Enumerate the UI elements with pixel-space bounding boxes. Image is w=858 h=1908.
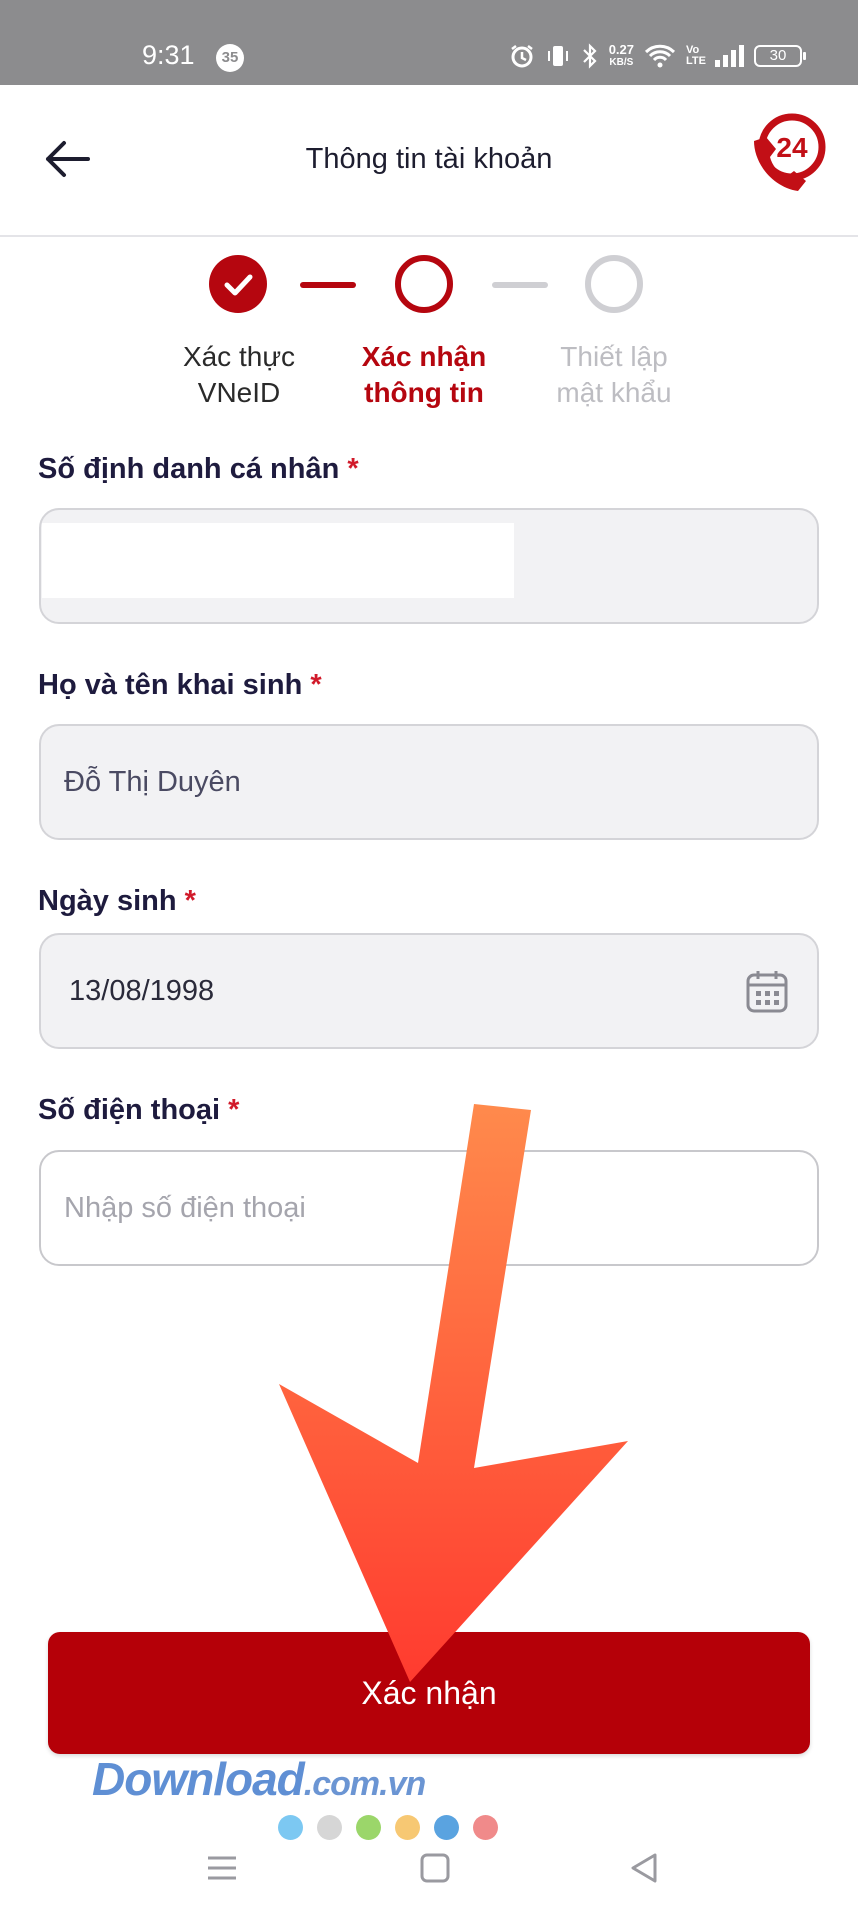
required-mark: * bbox=[347, 453, 359, 485]
step-1-label: Xác thực VNeID bbox=[144, 339, 334, 411]
wifi-icon bbox=[644, 44, 676, 68]
phone-field[interactable]: Nhập số điện thoại bbox=[39, 1150, 819, 1266]
recent-apps-button[interactable] bbox=[202, 1848, 242, 1888]
id-number-label: Số định danh cá nhân * bbox=[38, 453, 359, 486]
calendar-icon[interactable] bbox=[745, 969, 789, 1015]
step-1-label-line2: VNeID bbox=[197, 377, 281, 408]
status-bar: 9:31 35 0.27 KB/S Vo LTE 30 bbox=[0, 0, 858, 85]
watermark-logo: Download.com.vn bbox=[92, 1752, 426, 1806]
network-speed-unit: KB/S bbox=[609, 57, 634, 68]
progress-stepper: Xác thực VNeID Xác nhận thông tin Thiết … bbox=[0, 255, 858, 425]
signal-icon bbox=[715, 45, 744, 67]
step-2-label: Xác nhận thông tin bbox=[329, 339, 519, 411]
birth-date-label-text: Ngày sinh bbox=[38, 885, 177, 917]
step-2-label-line2: thông tin bbox=[364, 377, 484, 408]
step-3-label-line2: mật khẩu bbox=[556, 377, 672, 408]
step-3-indicator bbox=[585, 255, 643, 313]
redaction-mask bbox=[42, 523, 514, 598]
full-name-value: Đỗ Thị Duyên bbox=[64, 765, 241, 798]
network-speed-value: 0.27 bbox=[608, 42, 634, 57]
triangle-back-icon bbox=[631, 1853, 657, 1883]
back-nav-button[interactable] bbox=[625, 1848, 665, 1888]
volte-indicator: Vo LTE bbox=[686, 44, 706, 67]
step-connector-1 bbox=[300, 282, 356, 288]
full-name-field[interactable]: Đỗ Thị Duyên bbox=[39, 724, 819, 840]
bluetooth-icon bbox=[582, 43, 597, 69]
step-2-indicator bbox=[395, 255, 453, 313]
network-speed: 0.27 KB/S bbox=[609, 43, 634, 69]
step-1-indicator bbox=[209, 255, 267, 313]
menu-icon bbox=[208, 1856, 236, 1880]
submit-button-label: Xác nhận bbox=[361, 1674, 497, 1711]
home-button[interactable] bbox=[415, 1848, 455, 1888]
birth-date-field[interactable]: 13/08/1998 bbox=[39, 933, 819, 1049]
step-1-label-line1: Xác thực bbox=[182, 341, 296, 372]
step-3-label-line1: Thiết lập bbox=[560, 341, 668, 372]
step-2-label-line1: Xác nhận bbox=[361, 341, 487, 372]
phone-placeholder: Nhập số điện thoại bbox=[64, 1191, 306, 1224]
battery-indicator: 30 bbox=[754, 45, 806, 67]
watermark-brand: Download bbox=[92, 1753, 305, 1805]
check-icon bbox=[224, 274, 253, 296]
full-name-label-text: Họ và tên khai sinh bbox=[38, 669, 303, 701]
birth-date-label: Ngày sinh * bbox=[38, 885, 196, 918]
required-mark: * bbox=[228, 1094, 240, 1126]
required-mark: * bbox=[310, 669, 322, 701]
phone-label: Số điện thoại * bbox=[38, 1094, 239, 1127]
hotline-badge-text: 24 bbox=[776, 132, 808, 163]
id-number-label-text: Số định danh cá nhân bbox=[38, 453, 340, 485]
phone-label-text: Số điện thoại bbox=[38, 1094, 221, 1126]
watermark-tld: .com.vn bbox=[303, 1765, 426, 1803]
required-mark: * bbox=[184, 885, 196, 917]
submit-button[interactable]: Xác nhận bbox=[48, 1632, 810, 1754]
full-name-label: Họ và tên khai sinh * bbox=[38, 669, 322, 702]
vibrate-icon bbox=[547, 46, 568, 66]
hotline-button[interactable]: 24 bbox=[744, 111, 830, 197]
system-nav-bar bbox=[0, 1820, 858, 1908]
notification-count-badge: 35 bbox=[216, 44, 244, 72]
page-title: Thông tin tài khoản bbox=[305, 143, 553, 175]
status-icons: 0.27 KB/S Vo LTE 30 bbox=[509, 36, 806, 76]
app-header: Thông tin tài khoản 24 bbox=[0, 85, 858, 237]
step-3-label: Thiết lập mật khẩu bbox=[519, 339, 709, 411]
alarm-icon bbox=[510, 45, 533, 68]
birth-date-value: 13/08/1998 bbox=[69, 974, 215, 1007]
step-connector-2 bbox=[492, 282, 548, 288]
phone-24-icon: 24 bbox=[754, 113, 826, 191]
status-time: 9:31 bbox=[142, 40, 195, 70]
home-square-icon bbox=[420, 1853, 450, 1883]
